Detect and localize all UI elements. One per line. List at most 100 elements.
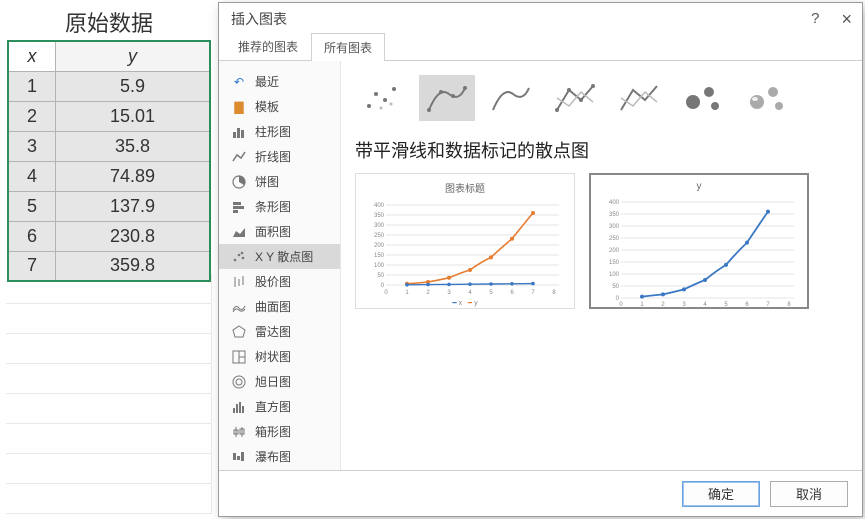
svg-text:3: 3 — [447, 290, 451, 296]
cell-x[interactable]: 2 — [8, 101, 55, 131]
sidebar-item-recent[interactable]: ↶最近 — [219, 69, 340, 94]
subtype-smooth-line-markers[interactable] — [419, 75, 475, 121]
tab-recommended[interactable]: 推荐的图表 — [225, 32, 311, 60]
radar-chart-icon — [231, 324, 247, 340]
subtype-scatter[interactable] — [355, 75, 411, 121]
svg-text:300: 300 — [374, 223, 385, 229]
sunburst-icon — [231, 374, 247, 390]
cancel-button[interactable]: 取消 — [770, 481, 848, 507]
table-row[interactable]: 215.01 — [8, 101, 210, 131]
svg-text:3: 3 — [682, 302, 686, 306]
svg-text:2: 2 — [661, 302, 665, 306]
sidebar-item-histogram[interactable]: 直方图 — [219, 394, 340, 419]
svg-text:200: 200 — [609, 248, 620, 254]
svg-text:350: 350 — [374, 213, 385, 219]
cell-y[interactable]: 35.8 — [55, 131, 210, 161]
cell-x[interactable]: 3 — [8, 131, 55, 161]
chart-type-sidebar: ↶最近 ▇模板 柱形图 折线图 饼图 条形图 面积图 X Y 散点图 股价图 曲… — [219, 61, 341, 470]
sidebar-item-waterfall[interactable]: 瀑布图 — [219, 444, 340, 469]
chart-preview-2[interactable]: y 050100150200250300350400 012345678 — [589, 173, 809, 309]
sidebar-item-label: 瀑布图 — [255, 448, 291, 465]
svg-text:300: 300 — [609, 224, 620, 230]
sidebar-item-radar[interactable]: 雷达图 — [219, 319, 340, 344]
sidebar-item-stock[interactable]: 股价图 — [219, 269, 340, 294]
table-row[interactable]: 6230.8 — [8, 221, 210, 251]
cell-x[interactable]: 1 — [8, 71, 55, 101]
sidebar-item-label: 树状图 — [255, 348, 291, 365]
table-row[interactable]: 5137.9 — [8, 191, 210, 221]
sidebar-item-surface[interactable]: 曲面图 — [219, 294, 340, 319]
svg-text:400: 400 — [609, 200, 620, 206]
cell-y[interactable]: 230.8 — [55, 221, 210, 251]
dialog-title: 插入图表 — [231, 9, 287, 29]
bar-chart-icon — [231, 199, 247, 215]
sidebar-item-label: 面积图 — [255, 223, 291, 240]
insert-chart-dialog: 插入图表 ? × 推荐的图表 所有图表 ↶最近 ▇模板 柱形图 折线图 饼图 条… — [218, 2, 863, 517]
sidebar-item-scatter[interactable]: X Y 散点图 — [219, 244, 340, 269]
subtype-smooth-line[interactable] — [483, 75, 539, 121]
cell-x[interactable]: 5 — [8, 191, 55, 221]
table-row[interactable]: 335.8 — [8, 131, 210, 161]
close-icon[interactable]: × — [841, 10, 852, 28]
box-whisker-icon — [231, 424, 247, 440]
surface-chart-icon — [231, 299, 247, 315]
svg-text:150: 150 — [374, 253, 385, 259]
cell-y[interactable]: 15.01 — [55, 101, 210, 131]
sidebar-item-label: 旭日图 — [255, 373, 291, 390]
subtype-straight-line-markers[interactable] — [547, 75, 603, 121]
svg-text:7: 7 — [531, 290, 535, 296]
col-y-header: y — [55, 41, 210, 71]
cell-y[interactable]: 5.9 — [55, 71, 210, 101]
sidebar-item-treemap[interactable]: 树状图 — [219, 344, 340, 369]
sidebar-item-line[interactable]: 折线图 — [219, 144, 340, 169]
sidebar-item-label: 折线图 — [255, 148, 291, 165]
column-chart-icon — [231, 124, 247, 140]
sidebar-item-column[interactable]: 柱形图 — [219, 119, 340, 144]
svg-text:8: 8 — [552, 290, 556, 296]
help-button[interactable]: ? — [811, 10, 819, 28]
svg-text:4: 4 — [468, 290, 472, 296]
dialog-footer: 确定 取消 — [219, 470, 862, 516]
subtype-bubble[interactable] — [675, 75, 731, 121]
scatter-subtypes — [355, 75, 848, 137]
sidebar-item-label: 雷达图 — [255, 323, 291, 340]
svg-text:0: 0 — [381, 283, 385, 289]
svg-text:7: 7 — [766, 302, 770, 306]
empty-grid — [6, 274, 212, 514]
svg-text:2: 2 — [426, 290, 430, 296]
subtype-straight-line[interactable] — [611, 75, 667, 121]
sidebar-item-sunburst[interactable]: 旭日图 — [219, 369, 340, 394]
subtype-bubble-3d[interactable] — [739, 75, 795, 121]
svg-text:250: 250 — [609, 236, 620, 242]
ok-button[interactable]: 确定 — [682, 481, 760, 507]
svg-text:100: 100 — [609, 272, 620, 278]
svg-text:5: 5 — [489, 290, 493, 296]
sidebar-item-template[interactable]: ▇模板 — [219, 94, 340, 119]
cell-x[interactable]: 6 — [8, 221, 55, 251]
histogram-icon — [231, 399, 247, 415]
sidebar-item-label: X Y 散点图 — [255, 248, 313, 265]
svg-text:50: 50 — [612, 284, 619, 290]
svg-text:5: 5 — [724, 302, 728, 306]
tab-all-charts[interactable]: 所有图表 — [311, 33, 385, 61]
sidebar-item-area[interactable]: 面积图 — [219, 219, 340, 244]
sidebar-item-boxwhisker[interactable]: 箱形图 — [219, 419, 340, 444]
cell-x[interactable]: 4 — [8, 161, 55, 191]
pie-chart-icon — [231, 174, 247, 190]
table-row[interactable]: 15.9 — [8, 71, 210, 101]
cell-y[interactable]: 74.89 — [55, 161, 210, 191]
svg-text:200: 200 — [374, 243, 385, 249]
chart-preview-1[interactable]: 图表标题 050100150200250300350400 012345678 — [355, 173, 575, 309]
sidebar-item-pie[interactable]: 饼图 — [219, 169, 340, 194]
cell-y[interactable]: 137.9 — [55, 191, 210, 221]
svg-text:250: 250 — [374, 233, 385, 239]
sidebar-item-label: 饼图 — [255, 173, 279, 190]
area-chart-icon — [231, 224, 247, 240]
svg-text:6: 6 — [745, 302, 749, 306]
sidebar-item-bar[interactable]: 条形图 — [219, 194, 340, 219]
scatter-chart-icon — [231, 249, 247, 265]
stock-chart-icon — [231, 274, 247, 290]
table-row[interactable]: 474.89 — [8, 161, 210, 191]
svg-text:400: 400 — [374, 203, 385, 209]
sidebar-item-label: 曲面图 — [255, 298, 291, 315]
